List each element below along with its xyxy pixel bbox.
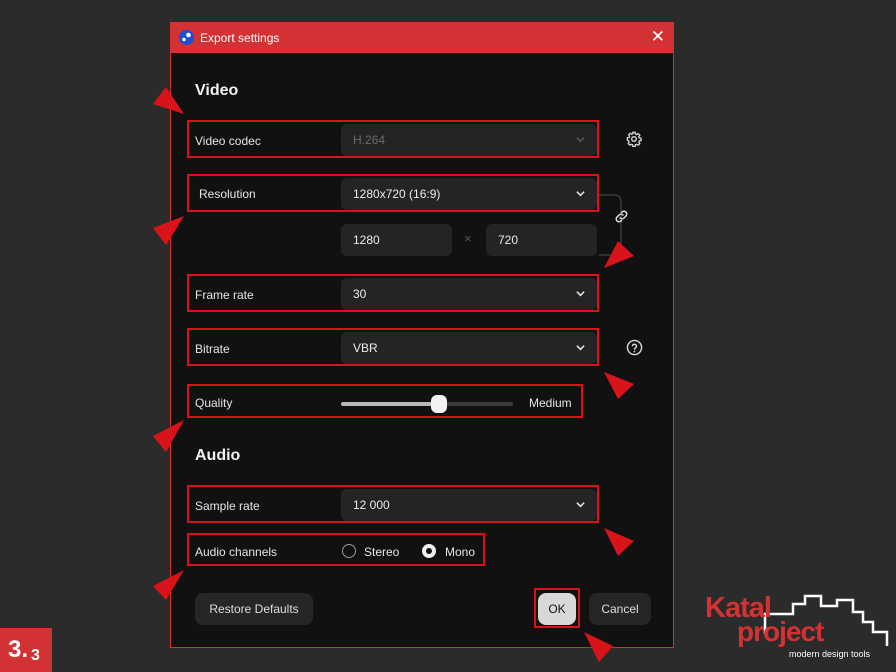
annotation-box-video-codec (187, 120, 599, 158)
aspect-link-bracket (599, 194, 622, 256)
audio-heading: Audio (195, 447, 241, 464)
annotation-box-audio-channels (187, 533, 485, 566)
width-input[interactable]: 1280 (341, 224, 452, 256)
cancel-button[interactable]: Cancel (589, 593, 651, 625)
logo-word-project: project (737, 616, 824, 647)
titlebar: Export settings ✕ (171, 23, 673, 53)
gear-icon[interactable] (626, 131, 642, 147)
annotation-box-bitrate (187, 328, 599, 366)
step-badge: 3. 3 (0, 628, 52, 672)
dialog-title: Export settings (200, 31, 280, 45)
help-icon[interactable] (626, 339, 643, 356)
height-input[interactable]: 720 (486, 224, 597, 256)
app-logo-icon (179, 30, 194, 45)
annotation-box-sample-rate (187, 485, 599, 523)
close-icon[interactable]: ✕ (651, 27, 665, 47)
annotation-box-ok (534, 588, 580, 628)
step-badge-major: 3. (8, 636, 29, 663)
annotation-box-resolution (187, 174, 599, 212)
restore-defaults-button[interactable]: Restore Defaults (195, 593, 313, 625)
dimension-separator: × (464, 231, 472, 246)
link-icon[interactable] (613, 208, 630, 225)
katal-project-logo: Katal project modern design tools (703, 592, 893, 664)
logo-tagline: modern design tools (789, 649, 871, 659)
video-heading: Video (195, 82, 239, 99)
step-badge-minor: 3 (31, 647, 40, 664)
annotation-box-quality (187, 384, 583, 418)
annotation-box-frame-rate (187, 274, 599, 312)
